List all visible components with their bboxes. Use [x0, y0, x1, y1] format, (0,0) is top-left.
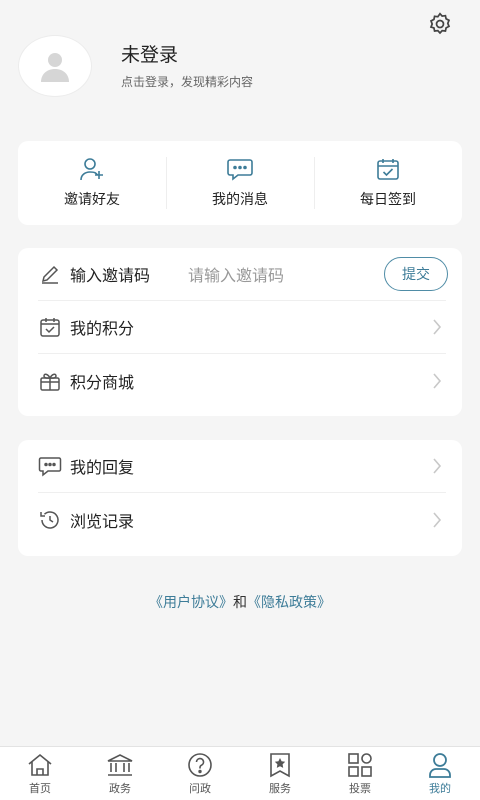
- user-agreement-link[interactable]: 《用户协议》: [149, 595, 233, 611]
- grid-icon: [348, 753, 372, 777]
- bottom-tab-bar: 首页 政务 问政 服务 投票 我的: [0, 746, 480, 800]
- history-clock-icon: [40, 510, 59, 529]
- quick-actions-card: 邀请好友 我的消息 每日签到: [18, 141, 462, 225]
- menu-card-activity: 我的回复 浏览记录: [18, 440, 462, 556]
- chevron-right-icon: [433, 372, 442, 389]
- menu-card-points: 输入邀请码 请输入邀请码 提交 我的积分 积分商城: [18, 248, 462, 416]
- question-icon: [188, 753, 212, 777]
- menu-item-label: 我的回复: [70, 458, 135, 477]
- default-avatar-icon: [41, 53, 69, 82]
- menu-item-browse-history[interactable]: 浏览记录: [38, 493, 446, 546]
- menu-item-my-replies[interactable]: 我的回复: [38, 440, 446, 493]
- menu-item-label: 积分商城: [70, 372, 135, 392]
- tab-label: 政务: [109, 782, 131, 795]
- login-title[interactable]: 未登录: [121, 40, 253, 67]
- tab-label: 服务: [269, 782, 291, 795]
- profile-header[interactable]: 未登录 点击登录，发现精彩内容: [18, 34, 462, 98]
- pencil-icon: [41, 265, 59, 284]
- home-icon: [28, 753, 52, 776]
- agreement-and-text: 和: [233, 595, 247, 611]
- add-user-icon: [80, 158, 103, 181]
- chevron-right-icon: [433, 511, 442, 528]
- message-icon: [227, 159, 253, 181]
- tab-inquiry[interactable]: 问政: [160, 747, 240, 800]
- menu-item-label: 浏览记录: [70, 511, 135, 531]
- tab-home[interactable]: 首页: [0, 747, 80, 800]
- agreement-links: 《用户协议》和《隐私政策》: [0, 592, 480, 612]
- invite-code-input[interactable]: 请输入邀请码: [188, 262, 284, 286]
- daily-checkin-button[interactable]: 每日签到: [314, 141, 462, 225]
- invite-friends-button[interactable]: 邀请好友: [18, 141, 166, 225]
- tab-label: 问政: [189, 782, 211, 795]
- user-icon: [429, 753, 451, 778]
- gift-box-icon: [40, 373, 60, 391]
- menu-item-my-points[interactable]: 我的积分: [38, 301, 446, 354]
- points-calendar-icon: [40, 318, 60, 337]
- privacy-policy-link[interactable]: 《隐私政策》: [247, 595, 331, 611]
- tab-mine[interactable]: 我的: [400, 747, 480, 800]
- tab-vote[interactable]: 投票: [320, 747, 400, 800]
- star-bookmark-icon: [270, 753, 290, 778]
- reply-bubble-icon: [38, 457, 62, 477]
- tab-label: 我的: [429, 782, 451, 795]
- chevron-right-icon: [433, 319, 442, 335]
- chevron-right-icon: [433, 458, 442, 474]
- my-messages-label: 我的消息: [212, 192, 268, 208]
- invite-code-row: 输入邀请码 请输入邀请码 提交: [38, 248, 448, 301]
- login-subtitle: 点击登录，发现精彩内容: [121, 75, 254, 89]
- menu-item-points-mall[interactable]: 积分商城: [38, 354, 446, 407]
- submit-button[interactable]: 提交: [384, 257, 448, 291]
- invite-friends-label: 邀请好友: [64, 192, 120, 208]
- menu-item-label: 我的积分: [70, 319, 135, 338]
- tab-label: 投票: [349, 782, 371, 795]
- tab-government[interactable]: 政务: [80, 747, 160, 800]
- avatar[interactable]: [18, 35, 92, 97]
- tab-label: 首页: [29, 782, 51, 795]
- my-messages-button[interactable]: 我的消息: [166, 141, 314, 225]
- calendar-check-icon: [377, 159, 399, 180]
- daily-checkin-label: 每日签到: [360, 192, 416, 208]
- tab-services[interactable]: 服务: [240, 747, 320, 800]
- invite-code-label: 输入邀请码: [70, 266, 151, 285]
- government-icon: [107, 754, 133, 776]
